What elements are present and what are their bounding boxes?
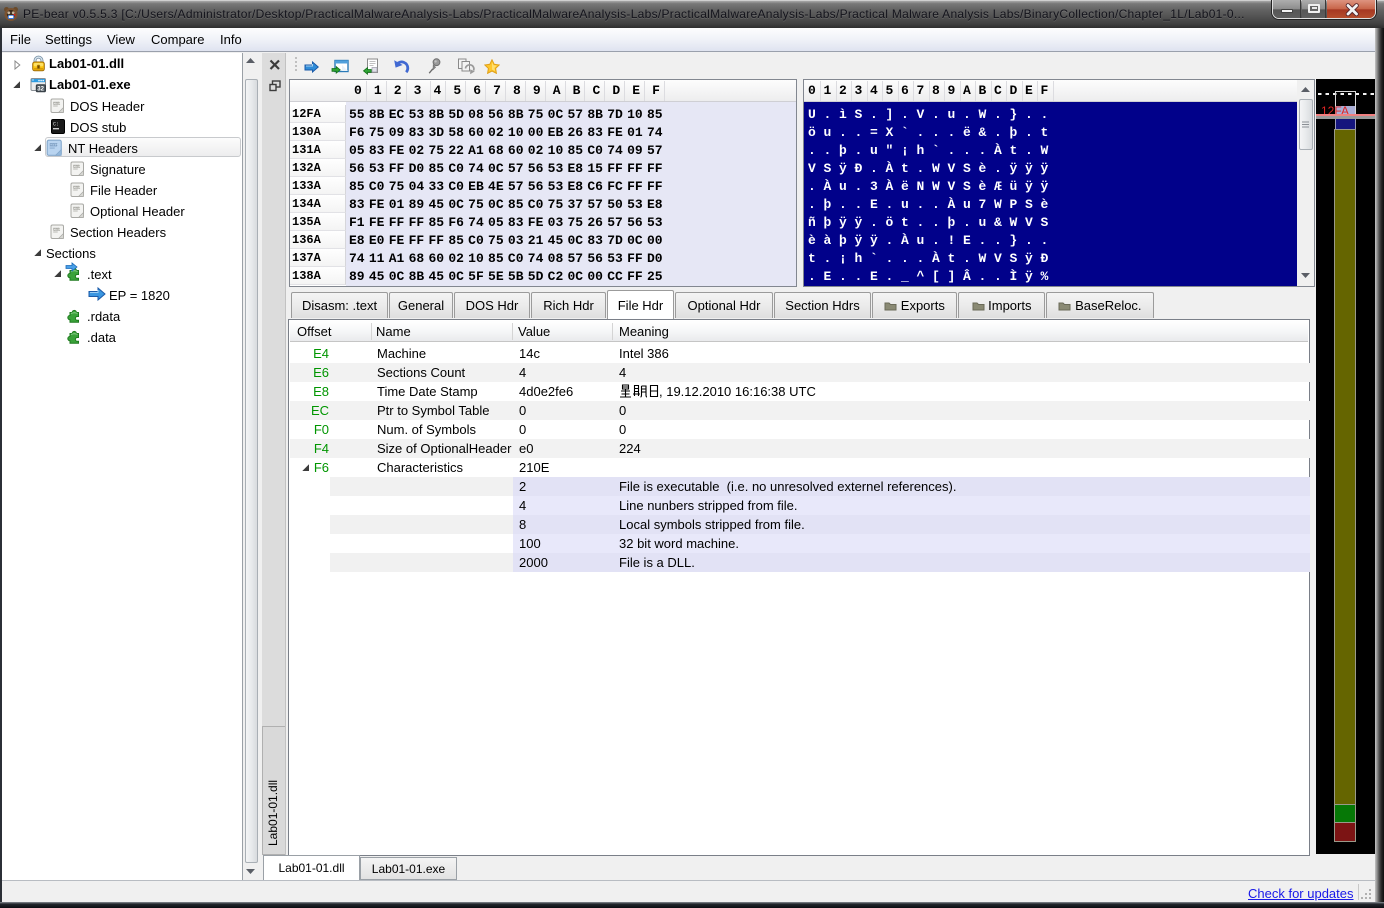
svg-text:C:: C: <box>53 122 59 128</box>
svg-text:cnt: cnt <box>53 102 61 106</box>
svg-text:cnt: cnt <box>49 142 58 148</box>
svg-text:cnt: cnt <box>73 207 81 211</box>
svg-text:32: 32 <box>37 87 44 93</box>
svg-text:cnt: cnt <box>53 228 61 232</box>
svg-text:cnt: cnt <box>73 186 81 190</box>
svg-text:cnt: cnt <box>73 165 81 169</box>
